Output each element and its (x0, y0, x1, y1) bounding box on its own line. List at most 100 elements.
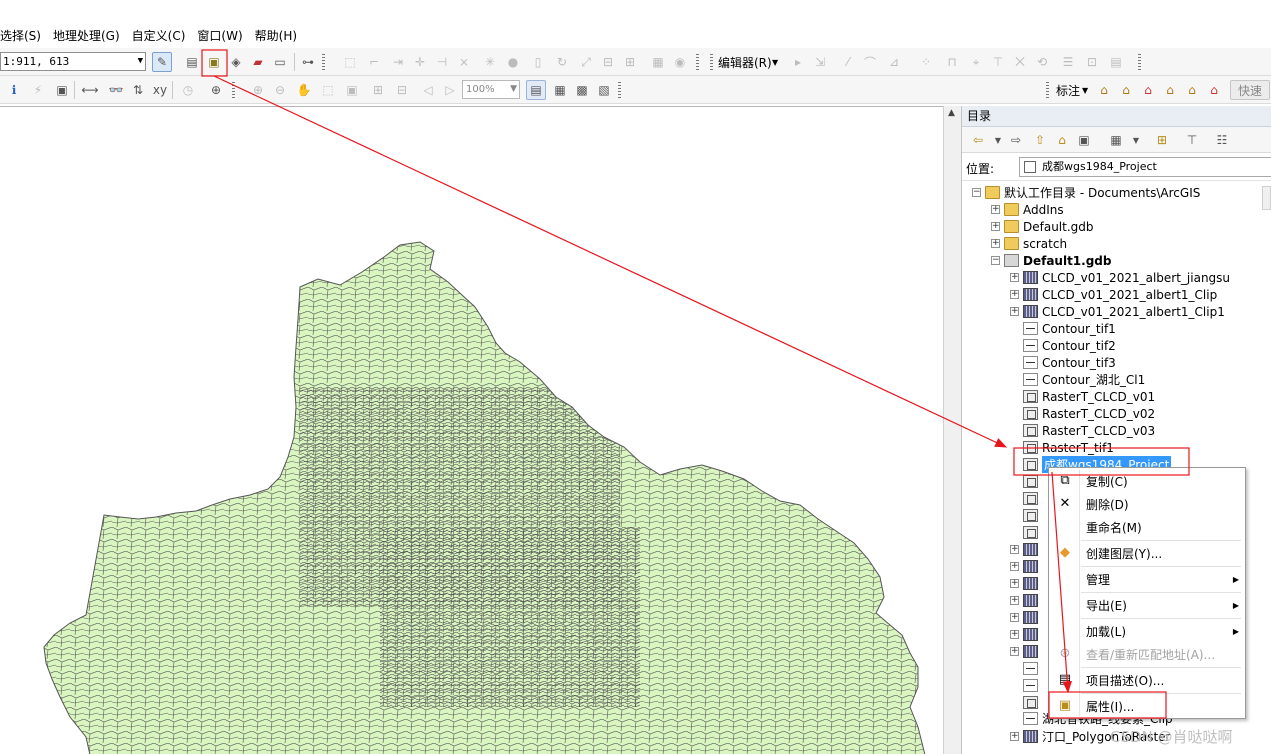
tree-item[interactable]: + (1010, 558, 1042, 575)
search-window-icon[interactable]: ◈ (226, 52, 246, 72)
menu-customize[interactable]: 自定义(C) (132, 27, 192, 44)
menu-select[interactable]: 选择(S) (0, 27, 47, 44)
chevron-down-icon[interactable]: ▼ (772, 58, 778, 67)
identify-icon[interactable]: ℹ (4, 80, 24, 100)
tree-item[interactable]: − 默认工作目录 - Documents\ArcGIS (972, 184, 1200, 201)
menu-item-export[interactable]: 导出(E) ▶ (1049, 594, 1245, 616)
lock-labels-icon[interactable]: ⌂ (1160, 80, 1180, 100)
collapse-icon[interactable]: − (972, 188, 981, 197)
label-manager-icon[interactable]: ⌂ (1094, 80, 1114, 100)
tree-item[interactable]: + CLCD_v01_2021_albert1_Clip1 (1010, 303, 1225, 320)
chevron-down-icon[interactable]: ▼ (988, 130, 1008, 150)
menu-window[interactable]: 窗口(W) (197, 27, 248, 44)
quick-export-button[interactable]: 快速 (1230, 80, 1270, 100)
toolbar-grip[interactable] (1138, 54, 1141, 70)
tree-item[interactable] (1010, 524, 1042, 541)
tree-item[interactable]: RasterT_CLCD_v01 (1010, 388, 1155, 405)
collapse-icon[interactable]: − (991, 256, 1000, 265)
connect-folder-icon[interactable]: ▣ (1074, 130, 1094, 150)
table-of-contents-icon[interactable]: ▤ (182, 52, 202, 72)
data-driven-pages-icon[interactable]: ▧ (594, 80, 614, 100)
catalog-window-icon[interactable]: ▣ (204, 52, 224, 72)
focus-data-frame-icon[interactable]: ▦ (550, 80, 570, 100)
tree-item[interactable]: + (1010, 575, 1042, 592)
menu-item-delete[interactable]: ✕ 删除(D) (1049, 493, 1245, 515)
tree-item[interactable]: + (1010, 609, 1042, 626)
expand-icon[interactable]: + (1010, 273, 1019, 282)
tree-item[interactable]: + (1010, 541, 1042, 558)
options-icon[interactable]: ☷ (1212, 130, 1232, 150)
zoom-in-icon[interactable]: ⊕ (206, 80, 226, 100)
tree-item[interactable]: Contour_湖北_Cl1 (1010, 371, 1145, 388)
up-one-level-icon[interactable]: ⇧ (1030, 130, 1050, 150)
editor-menu-label[interactable]: 编辑器(R) (718, 54, 772, 71)
expand-icon[interactable]: + (1010, 647, 1019, 656)
tree-item[interactable] (1010, 507, 1042, 524)
label-weight-icon[interactable]: ⌂ (1138, 80, 1158, 100)
expand-icon[interactable]: + (1010, 579, 1019, 588)
toolbar-grip[interactable] (618, 82, 621, 98)
expand-icon[interactable]: + (1010, 613, 1019, 622)
chevron-down-icon[interactable]: ▼ (1082, 86, 1088, 95)
tree-item[interactable]: + (1010, 643, 1042, 660)
menu-item-load[interactable]: 加载(L) ▶ (1049, 620, 1245, 642)
tree-item[interactable]: RasterT_CLCD_v03 (1010, 422, 1155, 439)
toolbar-grip[interactable] (1046, 82, 1049, 98)
go-to-xy-icon[interactable]: xy (150, 80, 170, 100)
pause-labeling-icon[interactable]: ⌂ (1182, 80, 1202, 100)
map-canvas[interactable] (0, 107, 943, 754)
python-window-icon[interactable]: ▭ (270, 52, 290, 72)
home-icon[interactable]: ⌂ (1052, 130, 1072, 150)
tree-item[interactable]: Contour_tif1 (1010, 320, 1116, 337)
tree-item[interactable] (1010, 490, 1042, 507)
editor-toolbar-icon[interactable]: ✎ (152, 52, 172, 72)
menu-item-properties[interactable]: ▣ 属性(I)... (1049, 695, 1245, 717)
tree-view-icon[interactable]: ⊤ (1182, 130, 1202, 150)
menu-item-manage[interactable]: 管理 ▶ (1049, 568, 1245, 590)
arctoolbox-icon[interactable]: ▰ (248, 52, 268, 72)
label-priority-icon[interactable]: ⌂ (1116, 80, 1136, 100)
tree-item[interactable] (1010, 473, 1042, 490)
tree-item[interactable] (1010, 694, 1042, 711)
expand-icon[interactable]: + (991, 205, 1000, 214)
menu-item-item-description[interactable]: ▤ 项目描述(O)... (1049, 669, 1245, 691)
tree-item[interactable]: + (1010, 592, 1042, 609)
toggle-contents-icon[interactable]: ▦ (1106, 130, 1126, 150)
expand-icon[interactable]: + (1010, 732, 1019, 741)
expand-icon[interactable]: + (991, 239, 1000, 248)
tree-item[interactable]: + scratch (991, 235, 1067, 252)
tree-item[interactable]: + CLCD_v01_2021_albert_jiangsu (1010, 269, 1230, 286)
model-builder-icon[interactable]: ⊶ (298, 52, 318, 72)
toggle-draft-mode-icon[interactable]: ▤ (526, 80, 546, 100)
expand-icon[interactable]: + (1010, 562, 1019, 571)
map-scale-combobox[interactable]: 1:911, 613 ▼ (0, 52, 146, 71)
location-input[interactable]: 成都wgs1984_Project (1019, 157, 1271, 177)
tree-item[interactable]: Contour_tif2 (1010, 337, 1116, 354)
expand-icon[interactable]: + (1010, 596, 1019, 605)
tree-item[interactable]: − Default1.gdb (991, 252, 1112, 269)
tree-item[interactable]: RasterT_CLCD_v02 (1010, 405, 1155, 422)
chevron-down-icon[interactable]: ▼ (138, 53, 143, 70)
menu-geoprocessing[interactable]: 地理处理(G) (53, 27, 126, 44)
toolbar-grip[interactable] (696, 54, 699, 70)
tree-item[interactable]: + AddIns (991, 201, 1064, 218)
find-icon[interactable]: 👓 (106, 80, 126, 100)
menu-item-copy[interactable]: ⧉ 复制(C) (1049, 470, 1245, 492)
tree-item[interactable]: Contour_tif3 (1010, 354, 1116, 371)
toolbar-grip[interactable] (322, 54, 325, 70)
toolbar-grip[interactable] (232, 82, 235, 98)
tree-item[interactable] (1010, 660, 1042, 677)
menu-item-create-layer[interactable]: ◆ 创建图层(Y)... (1049, 542, 1245, 564)
side-tab[interactable] (1262, 186, 1271, 210)
map-view[interactable] (0, 106, 943, 754)
menu-item-rename[interactable]: 重命名(M) (1049, 516, 1245, 538)
find-route-icon[interactable]: ⇅ (128, 80, 148, 100)
tree-item[interactable]: RasterT_tif1 (1010, 439, 1114, 456)
change-layout-icon[interactable]: ▩ (572, 80, 592, 100)
menu-help[interactable]: 帮助(H) (255, 27, 303, 44)
map-vertical-scrollbar[interactable]: ▲ (943, 106, 961, 754)
toolbar-grip[interactable] (710, 54, 713, 70)
measure-icon[interactable]: ⟷ (80, 80, 100, 100)
tree-item[interactable] (1010, 677, 1042, 694)
expand-icon[interactable]: + (1010, 545, 1019, 554)
